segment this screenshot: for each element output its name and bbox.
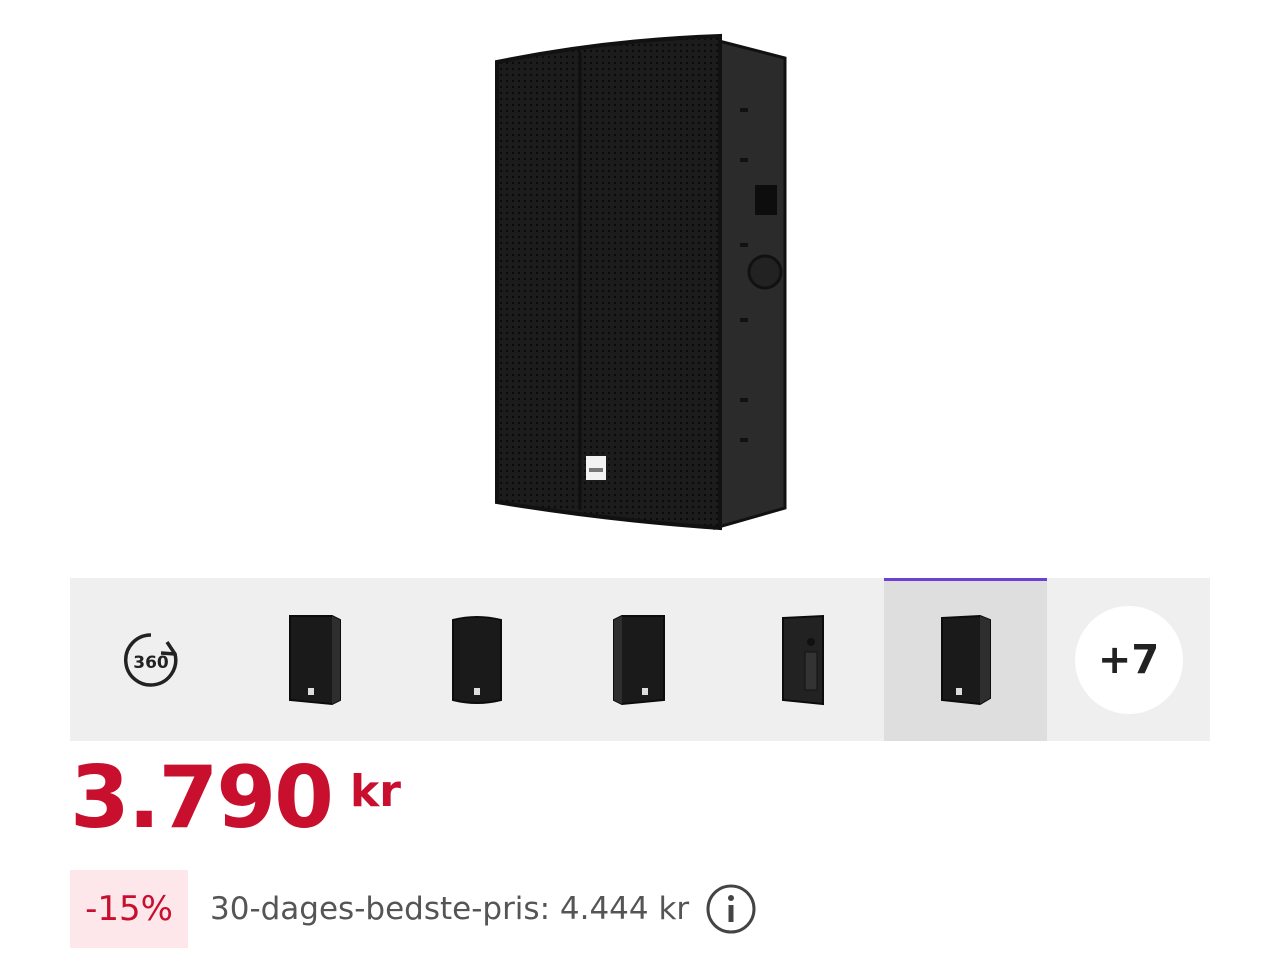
gallery-thumbnail[interactable] [559, 578, 722, 741]
360-icon: 360 [124, 632, 178, 687]
best-price-text: 30-dages-bedste-pris: 4.444 kr [210, 891, 690, 927]
product-hero-image[interactable] [0, 0, 1280, 560]
speaker-thumbnail-image [452, 615, 503, 704]
price-currency: kr [350, 766, 401, 817]
price-value: 3.790 [70, 748, 334, 848]
gallery-more-button[interactable]: +7 [1047, 578, 1210, 741]
speaker-thumbnail-image [289, 614, 342, 705]
gallery-thumbnail-active[interactable] [884, 578, 1048, 741]
gallery-thumbnail[interactable] [233, 578, 396, 741]
360-label: 360 [134, 653, 170, 673]
discount-badge: -15% [70, 870, 188, 948]
product-price: 3.790 kr [70, 748, 401, 848]
info-icon[interactable] [705, 883, 757, 935]
more-images-count: +7 [1074, 605, 1183, 714]
speaker-image [495, 33, 787, 531]
image-gallery: 360 +7 [70, 578, 1210, 741]
gallery-item-360[interactable]: 360 [70, 578, 233, 741]
gallery-thumbnail[interactable] [721, 578, 884, 741]
speaker-thumbnail-image [940, 614, 991, 705]
discount-row: -15% 30-dages-bedste-pris: 4.444 kr [70, 870, 757, 948]
speaker-thumbnail-image [781, 614, 824, 705]
speaker-thumbnail-image [613, 614, 665, 705]
gallery-thumbnail[interactable] [396, 578, 559, 741]
